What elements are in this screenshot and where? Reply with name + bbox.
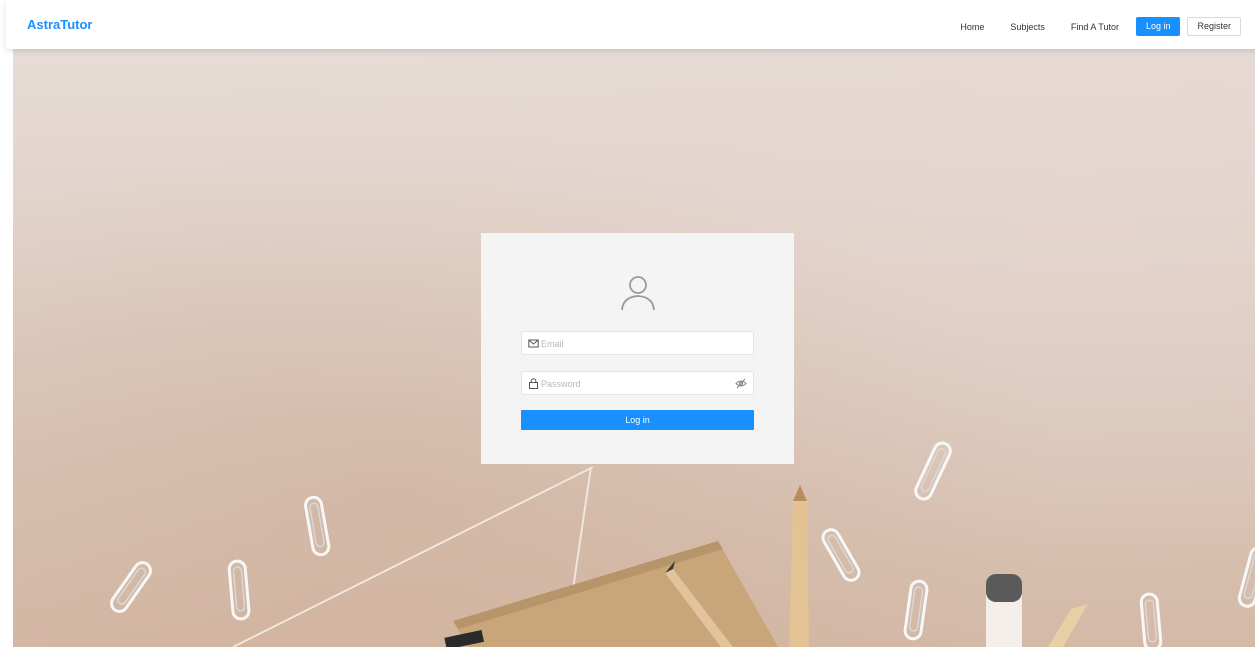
- lock-icon: [529, 378, 538, 389]
- nav-register-button[interactable]: Register: [1187, 17, 1241, 36]
- email-field[interactable]: Email: [521, 331, 754, 355]
- top-navbar: AstraTutor Home Subjects Find A Tutor Lo…: [6, 0, 1255, 49]
- nav-link-find-a-tutor[interactable]: Find A Tutor: [1071, 22, 1119, 32]
- email-placeholder: Email: [541, 339, 564, 349]
- login-card: Email Password Log in: [481, 233, 794, 464]
- user-icon: [621, 276, 655, 311]
- login-submit-button[interactable]: Log in: [521, 410, 754, 430]
- nav-link-subjects[interactable]: Subjects: [1010, 22, 1045, 32]
- brand-logo[interactable]: AstraTutor: [27, 17, 92, 32]
- nav-login-button[interactable]: Log in: [1135, 17, 1181, 36]
- eye-off-icon[interactable]: [735, 378, 747, 389]
- nav-link-home[interactable]: Home: [960, 22, 984, 32]
- mail-icon: [528, 339, 539, 348]
- password-field[interactable]: Password: [521, 371, 754, 395]
- app-frame: AstraTutor Home Subjects Find A Tutor Lo…: [0, 0, 1255, 647]
- nav-links: Home Subjects Find A Tutor Log in Regist…: [934, 17, 1241, 36]
- password-placeholder: Password: [541, 379, 581, 389]
